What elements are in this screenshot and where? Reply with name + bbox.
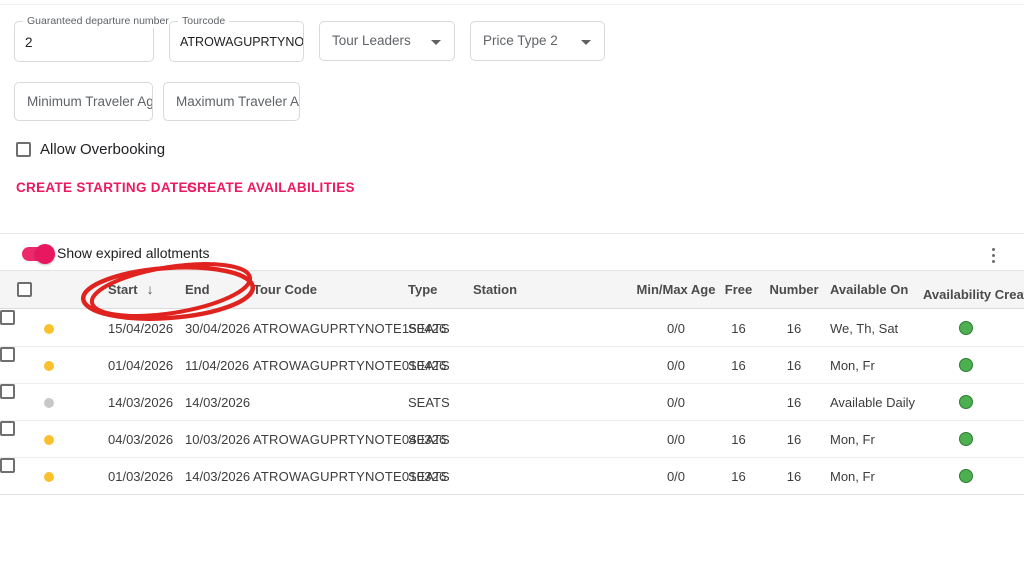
field-label: Guaranteed departure number xyxy=(23,15,173,28)
dropdown-arrow-icon xyxy=(431,40,441,45)
type: SEATS xyxy=(408,432,450,447)
min-max-age: 0/0 xyxy=(666,469,686,484)
row-checkbox[interactable] xyxy=(0,384,15,399)
allow-overbooking-checkbox[interactable] xyxy=(16,142,31,157)
availability-created-dot xyxy=(959,395,973,409)
column-header-station[interactable]: Station xyxy=(473,271,517,308)
tourcode-field[interactable]: Tourcode ATROWAGUPRTYNOTE15 xyxy=(169,15,304,62)
type: SEATS xyxy=(408,469,450,484)
tour-leaders-select[interactable]: Tour Leaders xyxy=(319,21,455,61)
top-divider xyxy=(0,4,1024,5)
availability-created-dot xyxy=(959,321,973,335)
end-date[interactable]: 14/03/2026 xyxy=(185,458,250,495)
create-starting-dates-button[interactable]: CREATE STARTING DATES xyxy=(16,180,197,195)
number: 16 xyxy=(786,321,802,336)
column-header-availability-created[interactable]: Availability Created xyxy=(923,276,1024,313)
column-header-min-max-age[interactable]: Min/Max Age xyxy=(630,271,722,308)
free: 16 xyxy=(731,321,746,336)
table-body: 15/04/2026 30/04/2026 ATROWAGUPRTYNOTE15… xyxy=(0,310,1024,495)
table-row[interactable]: 15/04/2026 30/04/2026 ATROWAGUPRTYNOTE15… xyxy=(0,310,1024,347)
available-on: We, Th, Sat xyxy=(830,321,899,336)
allotments-screen: Guaranteed departure number 2 Tourcode A… xyxy=(0,0,1024,561)
column-header-free[interactable]: Free xyxy=(712,271,765,308)
show-expired-allotments-toggle[interactable] xyxy=(20,244,55,264)
show-expired-allotments-label: Show expired allotments xyxy=(57,245,210,261)
dropdown-arrow-icon xyxy=(581,40,591,45)
end-date[interactable]: 14/03/2026 xyxy=(185,384,250,421)
toggle-thumb xyxy=(35,244,55,264)
start-date[interactable]: 04/03/2026 xyxy=(108,421,173,458)
availability-created-dot xyxy=(959,469,973,483)
end-date[interactable]: 11/04/2026 xyxy=(185,347,249,384)
allow-overbooking-label: Allow Overbooking xyxy=(40,141,166,158)
min-max-age: 0/0 xyxy=(666,358,686,373)
status-dot xyxy=(44,435,54,445)
status-dot xyxy=(44,324,54,334)
more-options-kebab-button[interactable] xyxy=(984,244,1002,266)
end-date[interactable]: 10/03/2026 xyxy=(185,421,250,458)
create-availabilities-button[interactable]: CREATE AVAILABILITIES xyxy=(187,180,355,195)
min-max-age: 0/0 xyxy=(666,395,686,410)
start-date[interactable]: 01/03/2026 xyxy=(108,458,173,495)
table-row[interactable]: 01/04/2026 11/04/2026 ATROWAGUPRTYNOTE01… xyxy=(0,347,1024,384)
table-header-row: Start ↓ End Tour Code Type Station Min/Ma… xyxy=(0,270,1024,309)
kebab-dot xyxy=(991,253,995,257)
price-type-select[interactable]: Price Type 2 xyxy=(470,21,605,61)
table-row[interactable]: 01/03/2026 14/03/2026 ATROWAGUPRTYNOTE01… xyxy=(0,458,1024,495)
end-date[interactable]: 30/04/2026 xyxy=(185,310,250,347)
number: 16 xyxy=(786,469,802,484)
column-header-available-on[interactable]: Available On xyxy=(830,271,908,308)
min-max-age: 0/0 xyxy=(666,432,686,447)
field-value: ATROWAGUPRTYNOTE15 xyxy=(180,35,303,49)
kebab-dot xyxy=(991,259,995,263)
column-header-label: Start xyxy=(108,282,138,297)
maximum-traveler-age-field[interactable]: Maximum Traveler Age xyxy=(163,82,300,121)
guaranteed-departure-number-field[interactable]: Guaranteed departure number 2 xyxy=(14,15,173,62)
type: SEATS xyxy=(408,395,450,410)
free: 16 xyxy=(731,469,746,484)
status-dot xyxy=(44,398,54,408)
row-checkbox[interactable] xyxy=(0,310,15,325)
table-row[interactable]: 14/03/2026 14/03/2026 SEATS 0/0 16 Avail… xyxy=(0,384,1024,421)
availability-created-dot xyxy=(959,358,973,372)
min-max-age: 0/0 xyxy=(666,321,686,336)
start-date[interactable]: 01/04/2026 xyxy=(108,347,173,384)
field-placeholder: Maximum Traveler Age xyxy=(176,94,299,109)
row-checkbox[interactable] xyxy=(0,458,15,473)
pagination-bar: Jump to page 1 Items per page: 10 1 – 5 … xyxy=(0,495,1024,551)
availability-created-dot xyxy=(959,432,973,446)
free: 16 xyxy=(731,432,746,447)
minimum-traveler-age-field[interactable]: Minimum Traveler Age xyxy=(14,82,153,121)
number: 16 xyxy=(786,358,802,373)
section-divider xyxy=(0,233,1024,234)
column-header-end[interactable]: End xyxy=(185,271,210,308)
field-placeholder: Minimum Traveler Age xyxy=(27,94,152,109)
column-header-start[interactable]: Start ↓ xyxy=(108,271,154,308)
table-row[interactable]: 04/03/2026 10/03/2026 ATROWAGUPRTYNOTE04… xyxy=(0,421,1024,458)
available-on: Mon, Fr xyxy=(830,432,875,447)
start-date[interactable]: 15/04/2026 xyxy=(108,310,173,347)
select-all-checkbox[interactable] xyxy=(17,282,32,297)
column-header-type[interactable]: Type xyxy=(408,271,437,308)
number: 16 xyxy=(786,395,802,410)
kebab-dot xyxy=(991,247,995,251)
available-on: Mon, Fr xyxy=(830,469,875,484)
type: SEATS xyxy=(408,321,450,336)
column-header-number[interactable]: Number xyxy=(765,271,823,308)
status-dot xyxy=(44,472,54,482)
row-checkbox[interactable] xyxy=(0,347,15,362)
number: 16 xyxy=(786,432,802,447)
sort-descending-icon[interactable]: ↓ xyxy=(147,281,154,297)
free: 16 xyxy=(731,358,746,373)
available-on: Available Daily xyxy=(830,395,916,410)
available-on: Mon, Fr xyxy=(830,358,875,373)
field-label: Tourcode xyxy=(178,15,230,28)
field-value: 2 xyxy=(25,35,33,50)
type: SEATS xyxy=(408,358,450,373)
row-checkbox[interactable] xyxy=(0,421,15,436)
start-date[interactable]: 14/03/2026 xyxy=(108,384,173,421)
status-dot xyxy=(44,361,54,371)
column-header-tour-code[interactable]: Tour Code xyxy=(253,271,317,308)
